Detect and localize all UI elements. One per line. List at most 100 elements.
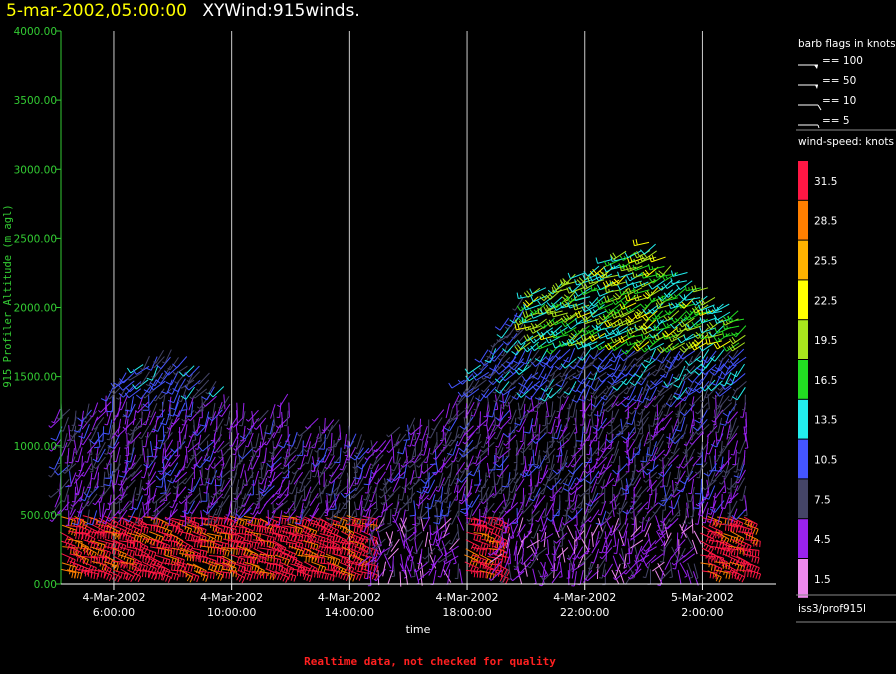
wind-barb-feather — [126, 549, 130, 556]
wind-barb-feather — [475, 397, 481, 402]
wind-barb-feather — [51, 421, 55, 424]
wind-barb-feather — [455, 459, 459, 463]
wind-barb — [538, 424, 541, 440]
wind-barb-feather — [177, 543, 181, 550]
wind-barb-feather — [253, 449, 257, 453]
wind-barb-feather — [276, 573, 280, 580]
wind-barb-feather — [226, 564, 228, 571]
wind-barb — [523, 433, 526, 449]
wind-barb-feather — [75, 460, 79, 463]
wind-barb-feather — [465, 522, 469, 525]
wind-barb-feather — [149, 560, 154, 566]
wind-barb-feather — [232, 541, 236, 548]
wind-barb-feather — [353, 447, 357, 450]
wind-barb-feather — [349, 574, 353, 581]
wind-barb-feather — [165, 575, 169, 582]
wind-barb-feather — [539, 584, 543, 587]
wind-barb-feather — [184, 564, 188, 571]
wind-barb-feather — [261, 526, 264, 533]
wind-barb-feather — [559, 375, 563, 378]
wind-barb-feather — [147, 550, 151, 557]
wind-barb-feather — [226, 427, 230, 430]
wind-barb — [190, 425, 201, 438]
wind-barb-feather — [517, 408, 522, 411]
wind-barb-feather — [401, 486, 405, 490]
wind-barb-feather — [226, 518, 229, 526]
wind-barb-feather — [530, 536, 534, 539]
wind-barb — [319, 570, 335, 576]
wind-barb-feather — [452, 439, 456, 442]
wind-barb-feather — [76, 548, 78, 555]
wind-barb-feather — [481, 389, 485, 393]
wind-barb-feather — [574, 343, 579, 350]
wind-barb — [165, 410, 171, 425]
wind-barb-feather — [79, 556, 82, 563]
wind-barb-feather — [568, 377, 571, 381]
wind-barb — [598, 463, 605, 479]
wind-barb-feather — [122, 426, 126, 430]
wind-barb-feather — [555, 383, 562, 388]
wind-barb — [385, 456, 393, 471]
wind-barb-feather — [340, 548, 344, 555]
wind-barb — [532, 449, 535, 465]
wind-barb-feather — [516, 344, 522, 350]
wind-barb-feather — [605, 328, 610, 335]
wind-barb-feather — [75, 493, 79, 496]
wind-barb — [247, 432, 254, 448]
wind-barb — [414, 462, 418, 478]
wind-barb-feather — [170, 422, 175, 425]
wind-barb-feather — [125, 387, 131, 393]
wind-barb-feather — [474, 358, 481, 363]
wind-barb — [404, 556, 409, 572]
wind-barb-feather — [224, 533, 227, 540]
profiler-wind-chart: 4-Mar-20026:00:004-Mar-200210:00:004-Mar… — [2, 26, 776, 636]
wind-barb-feather — [399, 499, 403, 501]
wind-barb-feather — [297, 542, 301, 549]
wind-barb-feather — [249, 557, 252, 564]
wind-barb-feather — [79, 572, 83, 580]
wind-barb — [461, 486, 466, 501]
wind-barb-feather — [338, 566, 341, 571]
wind-barb — [259, 532, 275, 538]
wind-barb-feather — [215, 572, 218, 576]
wind-barb-feather — [115, 397, 120, 400]
wind-barb-feather — [576, 556, 580, 559]
wind-barb-feather — [448, 382, 453, 389]
wind-barb-feather — [503, 443, 507, 446]
wind-barb-feather — [480, 446, 485, 449]
wind-barb-feather — [108, 532, 110, 539]
wind-barb — [184, 424, 188, 440]
wind-barb — [387, 570, 394, 585]
wind-barb-feather — [498, 511, 502, 515]
wind-barb-feather — [386, 450, 390, 453]
wind-barb-feather — [502, 506, 506, 509]
wind-barb — [575, 296, 591, 302]
wind-barb — [371, 487, 377, 502]
wind-barb-feather — [93, 466, 97, 470]
wind-barb — [569, 394, 576, 410]
wind-barb-feather — [290, 534, 294, 541]
wind-barb-feather — [199, 541, 202, 549]
wind-barb-feather — [101, 557, 104, 564]
wind-barb-feather — [263, 443, 267, 446]
wind-barb-feather — [150, 551, 154, 558]
wind-barb — [588, 494, 592, 510]
wind-barb-feather — [596, 303, 600, 310]
wind-barb — [174, 441, 186, 453]
wind-barb — [544, 410, 548, 426]
wind-barb — [392, 448, 395, 464]
wind-barb-feather — [595, 257, 599, 264]
wind-barb-feather — [317, 536, 320, 543]
wind-barb-feather — [496, 455, 500, 459]
wind-barb-feather — [157, 396, 161, 400]
wind-barb — [625, 358, 635, 371]
wind-barb-feather — [320, 566, 324, 573]
wind-barb-feather — [141, 476, 145, 479]
wind-barb-feather — [408, 461, 412, 464]
wind-barb-feather — [590, 386, 596, 392]
wind-barb-feather — [554, 416, 558, 419]
wind-barb — [292, 431, 298, 447]
wind-barb — [566, 525, 575, 540]
wind-barb-feather — [592, 432, 596, 434]
wind-barb — [619, 272, 634, 278]
